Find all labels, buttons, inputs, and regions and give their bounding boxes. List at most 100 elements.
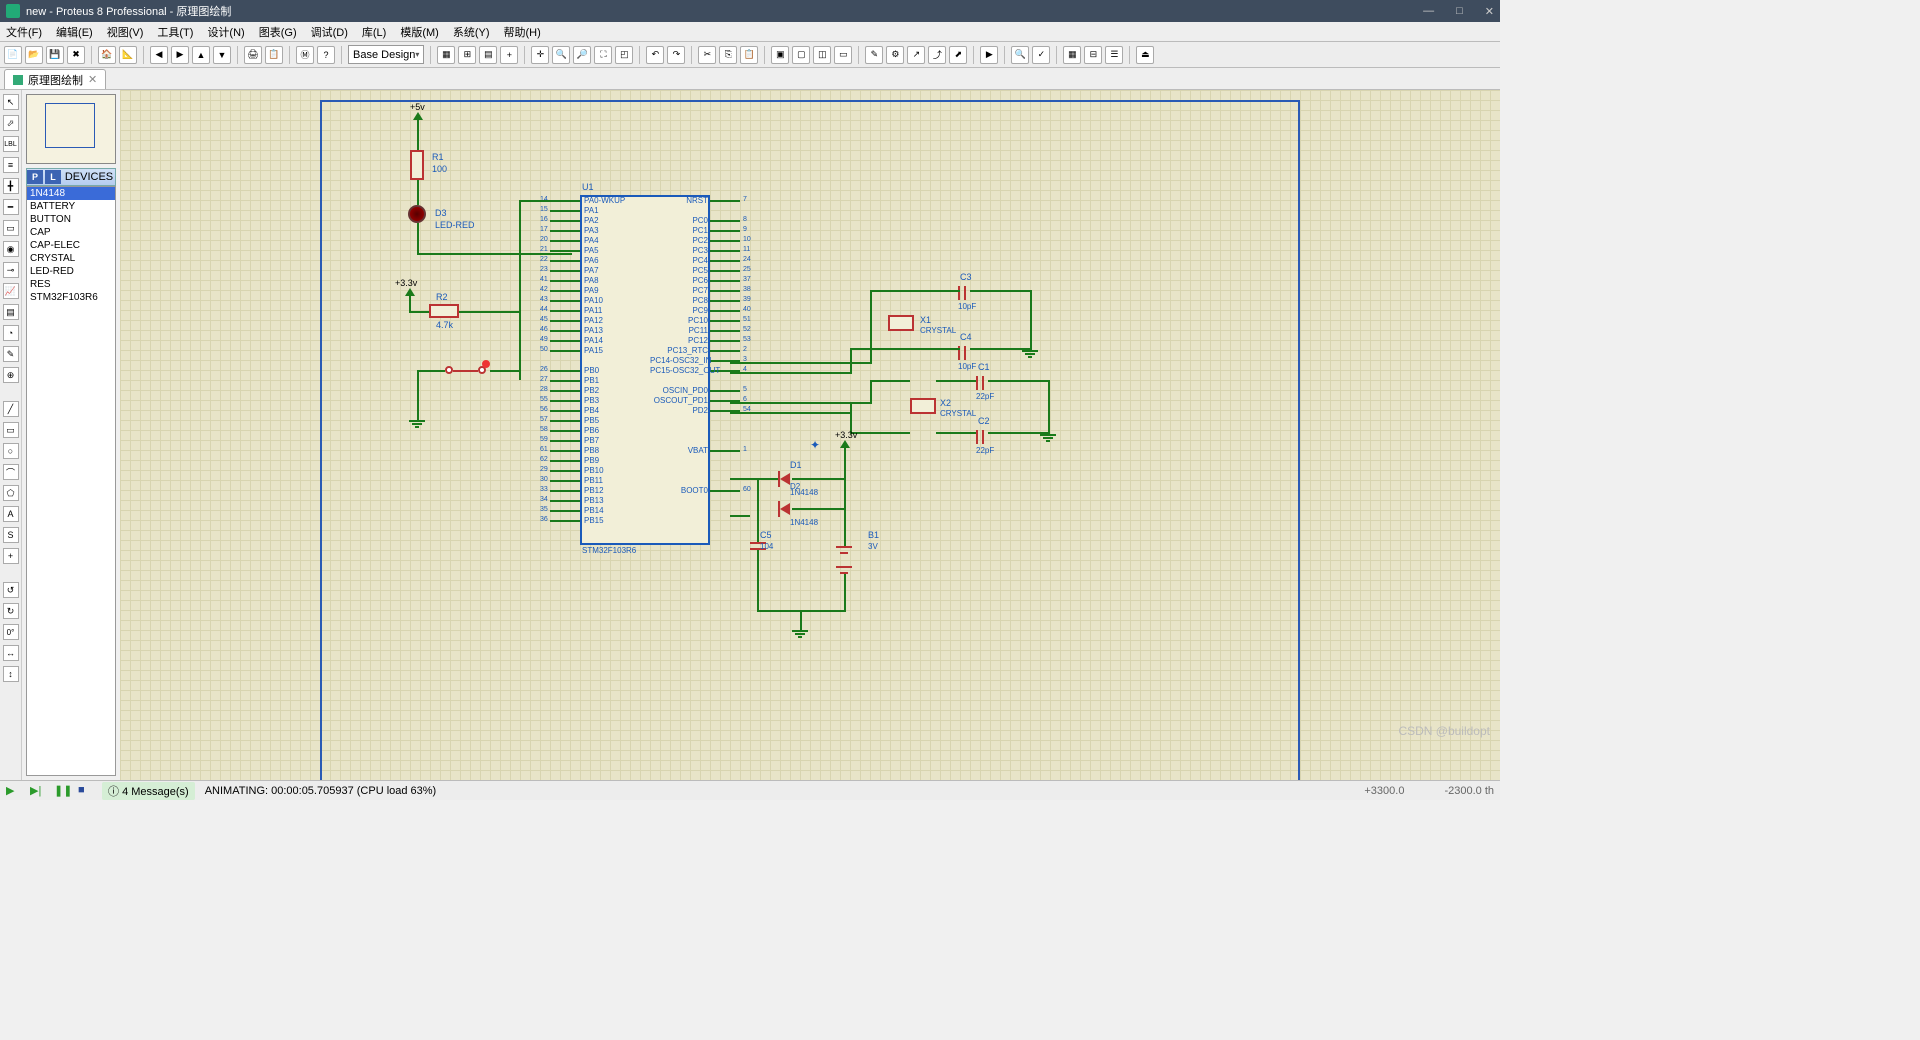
grid3-icon[interactable]: ▤ [479,46,497,64]
new-icon[interactable]: 📄 [4,46,22,64]
cap-c1[interactable] [976,376,978,390]
menu-system[interactable]: 系统(Y) [453,24,490,40]
erc-icon[interactable]: ✓ [1032,46,1050,64]
grid1-icon[interactable]: ▦ [437,46,455,64]
cap-c3[interactable] [958,286,960,300]
cut-icon[interactable]: ✂ [698,46,716,64]
block3-icon[interactable]: ◫ [813,46,831,64]
poly-icon[interactable]: ⬠ [3,485,19,501]
line-icon[interactable]: ╱ [3,401,19,417]
design-combo[interactable]: Base Design [348,45,424,64]
open-icon[interactable]: 📂 [25,46,43,64]
meter-icon[interactable]: ⊕ [3,367,19,383]
list-item[interactable]: LED-RED [27,265,115,278]
menu-file[interactable]: 文件(F) [6,24,42,40]
report-icon[interactable]: 📋 [265,46,283,64]
pick-p-button[interactable]: P [27,170,43,184]
diode-d2[interactable] [780,503,790,515]
close-button[interactable]: ✕ [1485,5,1494,18]
menu-tools[interactable]: 工具(T) [157,24,193,40]
resistor-r2[interactable] [429,304,459,318]
redo-icon[interactable]: ↷ [667,46,685,64]
diode-d1[interactable] [780,473,790,485]
paste-icon[interactable]: 📋 [740,46,758,64]
battery-b1[interactable] [836,546,852,548]
home-icon[interactable]: 🏠 [98,46,116,64]
undo-icon[interactable]: ↶ [646,46,664,64]
maximize-button[interactable]: □ [1456,5,1463,18]
minimap[interactable] [26,94,116,164]
tool5-icon[interactable]: ⬈ [949,46,967,64]
probe-icon[interactable]: ✎ [3,346,19,362]
graph-icon[interactable]: 📈 [3,283,19,299]
circle-icon[interactable]: ○ [3,443,19,459]
menu-help[interactable]: 帮助(H) [504,24,541,40]
block1-icon[interactable]: ▣ [771,46,789,64]
pick-icon[interactable]: ⬀ [3,115,19,131]
menu-template[interactable]: 模版(M) [400,24,439,40]
help-icon[interactable]: ? [317,46,335,64]
tool3-icon[interactable]: ↗ [907,46,925,64]
angle-icon[interactable]: 0° [3,624,19,640]
menu-design[interactable]: 设计(N) [207,24,244,40]
model-icon[interactable]: Ⓜ [296,46,314,64]
tool4-icon[interactable]: ⤴ [928,46,946,64]
led-d3[interactable] [408,205,426,223]
net-icon[interactable]: ⊟ [1084,46,1102,64]
grid2-icon[interactable]: ⊞ [458,46,476,64]
terminal-icon[interactable]: ◉ [3,241,19,257]
play-icon[interactable]: ▶ [6,784,20,798]
fliph-icon[interactable]: ↔ [3,645,19,661]
minimize-button[interactable]: — [1423,5,1434,18]
nav-up-icon[interactable]: ▲ [192,46,210,64]
list-item[interactable]: RES [27,278,115,291]
step-icon[interactable]: ▶| [30,784,44,798]
list-item[interactable]: CAP [27,226,115,239]
tab-schematic[interactable]: 原理图绘制 ✕ [4,69,106,89]
text-icon[interactable]: ≡ [3,157,19,173]
pcb-icon[interactable]: ▦ [1063,46,1081,64]
cursor-icon[interactable]: ✛ [531,46,549,64]
zoomfit-icon[interactable]: ⛶ [594,46,612,64]
block4-icon[interactable]: ▭ [834,46,852,64]
schem-icon[interactable]: 📐 [119,46,137,64]
close-icon[interactable]: ✖ [67,46,85,64]
menu-chart[interactable]: 图表(G) [259,24,297,40]
print-icon[interactable]: 🖨 [244,46,262,64]
marker-icon[interactable]: + [3,548,19,564]
menu-edit[interactable]: 编辑(E) [56,24,93,40]
flipv-icon[interactable]: ↕ [3,666,19,682]
list-item[interactable]: STM32F103R6 [27,291,115,304]
bus-icon[interactable]: ━ [3,199,19,215]
nav-fwd-icon[interactable]: ▶ [171,46,189,64]
wire-icon[interactable]: ╋ [3,178,19,194]
nav-back-icon[interactable]: ◀ [150,46,168,64]
bom-icon[interactable]: ☰ [1105,46,1123,64]
messages-button[interactable]: ⓘ 4 Message(s) [102,782,195,800]
tool2-icon[interactable]: ⚙ [886,46,904,64]
pause-icon[interactable]: ❚❚ [54,784,68,798]
list-item[interactable]: BUTTON [27,213,115,226]
tool1-icon[interactable]: ✎ [865,46,883,64]
textg-icon[interactable]: A [3,506,19,522]
menu-debug[interactable]: 调试(D) [311,24,348,40]
list-item[interactable]: 1N4148 [27,187,115,200]
cap-c2[interactable] [976,430,978,444]
block2-icon[interactable]: ▢ [792,46,810,64]
pin-icon[interactable]: ⊸ [3,262,19,278]
list-item[interactable]: BATTERY [27,200,115,213]
tab-close-icon[interactable]: ✕ [88,73,97,86]
zoomarea-icon[interactable]: ◰ [615,46,633,64]
gen-icon[interactable]: ◔ [3,325,19,341]
label-icon[interactable]: LBL [3,136,19,152]
symbol-icon[interactable]: S [3,527,19,543]
rect-icon[interactable]: ▭ [3,422,19,438]
schematic-canvas[interactable]: +5v R1 100 D3 LED-RED +3.3v R2 4.7k [120,90,1500,780]
search-icon[interactable]: 🔍 [1011,46,1029,64]
crystal-x2[interactable] [910,398,936,414]
rotcw-icon[interactable]: ↻ [3,603,19,619]
menu-library[interactable]: 库(L) [362,24,386,40]
arc-icon[interactable]: ⌒ [3,464,19,480]
origin-icon[interactable]: + [500,46,518,64]
zoomin-icon[interactable]: 🔍 [552,46,570,64]
